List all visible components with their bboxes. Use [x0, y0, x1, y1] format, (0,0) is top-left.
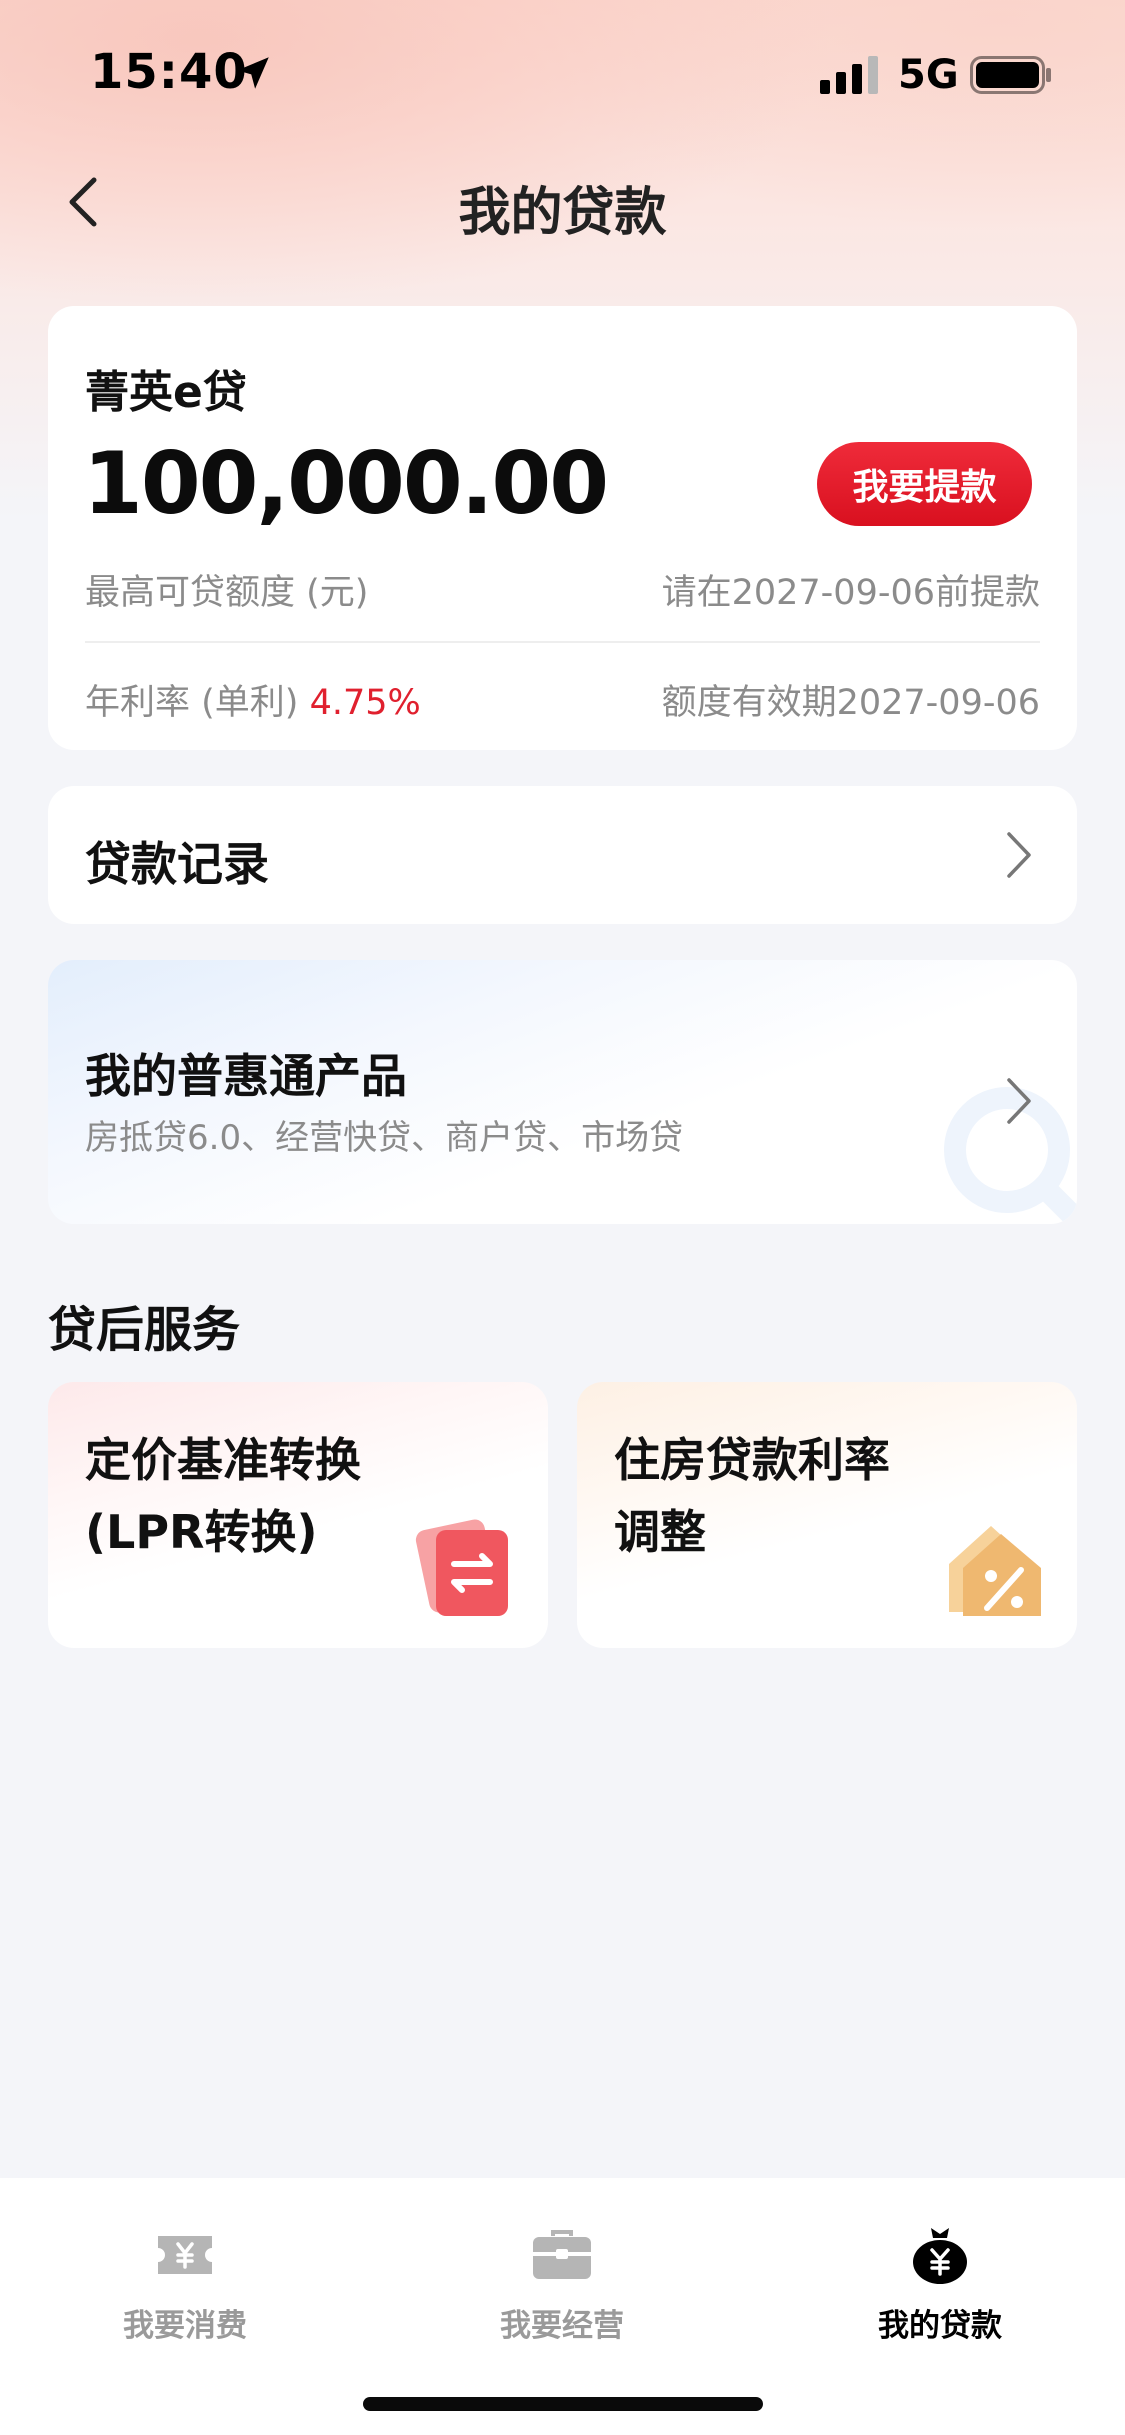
loan-card: 菁英e贷 100,000.00 我要提款 最高可贷额度 (元) 请在2027-0… — [48, 306, 1077, 750]
service-title-line: 定价基准转换 — [85, 1433, 361, 1487]
chevron-right-icon — [1007, 832, 1031, 878]
section-title: 贷后服务 — [48, 1302, 241, 1358]
interest-rate: 年利率 (单利) 4.75% — [85, 674, 421, 725]
rate-label: 年利率 (单利) — [85, 683, 310, 723]
location-arrow-icon — [237, 57, 269, 89]
tab-consume[interactable]: 我要消费 — [35, 2224, 335, 2345]
lpr-conversion-card[interactable]: 定价基准转换 (LPR转换) — [48, 1382, 548, 1648]
chevron-right-icon — [1007, 1078, 1031, 1124]
product-name: 菁英e贷 — [85, 367, 247, 418]
tab-label: 我要消费 — [123, 2308, 247, 2344]
quota-label: 最高可贷额度 (元) — [85, 573, 369, 613]
loan-amount: 100,000.00 — [83, 434, 609, 534]
service-title-line: 住房贷款利率 — [614, 1433, 890, 1487]
loan-record-label: 贷款记录 — [85, 837, 269, 891]
tab-label: 我的贷款 — [878, 2308, 1002, 2344]
loan-record-row[interactable]: 贷款记录 — [48, 786, 1077, 924]
puhui-products-card[interactable]: 我的普惠通产品 房抵贷6.0、经营快贷、商户贷、市场贷 — [48, 960, 1077, 1224]
quota-validity: 额度有效期2027-09-06 — [661, 683, 1040, 723]
puhui-subtitle: 房抵贷6.0、经营快贷、商户贷、市场贷 — [85, 1118, 684, 1158]
rate-value: 4.75% — [309, 683, 421, 723]
house-percent-icon — [949, 1526, 1041, 1616]
tab-business[interactable]: 我要经营 — [412, 2224, 712, 2345]
mortgage-rate-adjust-card[interactable]: 住房贷款利率 调整 — [577, 1382, 1077, 1648]
divider — [85, 641, 1040, 643]
status-time: 15:40 — [90, 44, 248, 100]
ticket-yen-icon — [158, 2236, 212, 2274]
withdraw-button[interactable]: 我要提款 — [817, 442, 1032, 526]
tab-my-loan[interactable]: 我的贷款 — [790, 2224, 1090, 2345]
puhui-title: 我的普惠通产品 — [85, 1049, 407, 1103]
battery-icon — [970, 56, 1051, 94]
briefcase-icon — [533, 2230, 591, 2279]
cellular-signal-icon — [820, 56, 878, 94]
money-bag-icon — [913, 2228, 967, 2284]
network-type: 5G — [898, 52, 959, 98]
home-indicator — [363, 2397, 763, 2411]
withdraw-deadline: 请在2027-09-06前提款 — [661, 573, 1040, 613]
page-title: 我的贷款 — [458, 183, 667, 243]
exchange-cards-icon — [415, 1519, 508, 1616]
tab-label: 我要经营 — [500, 2308, 624, 2344]
status-bar: 15:40 5G — [0, 0, 1125, 150]
